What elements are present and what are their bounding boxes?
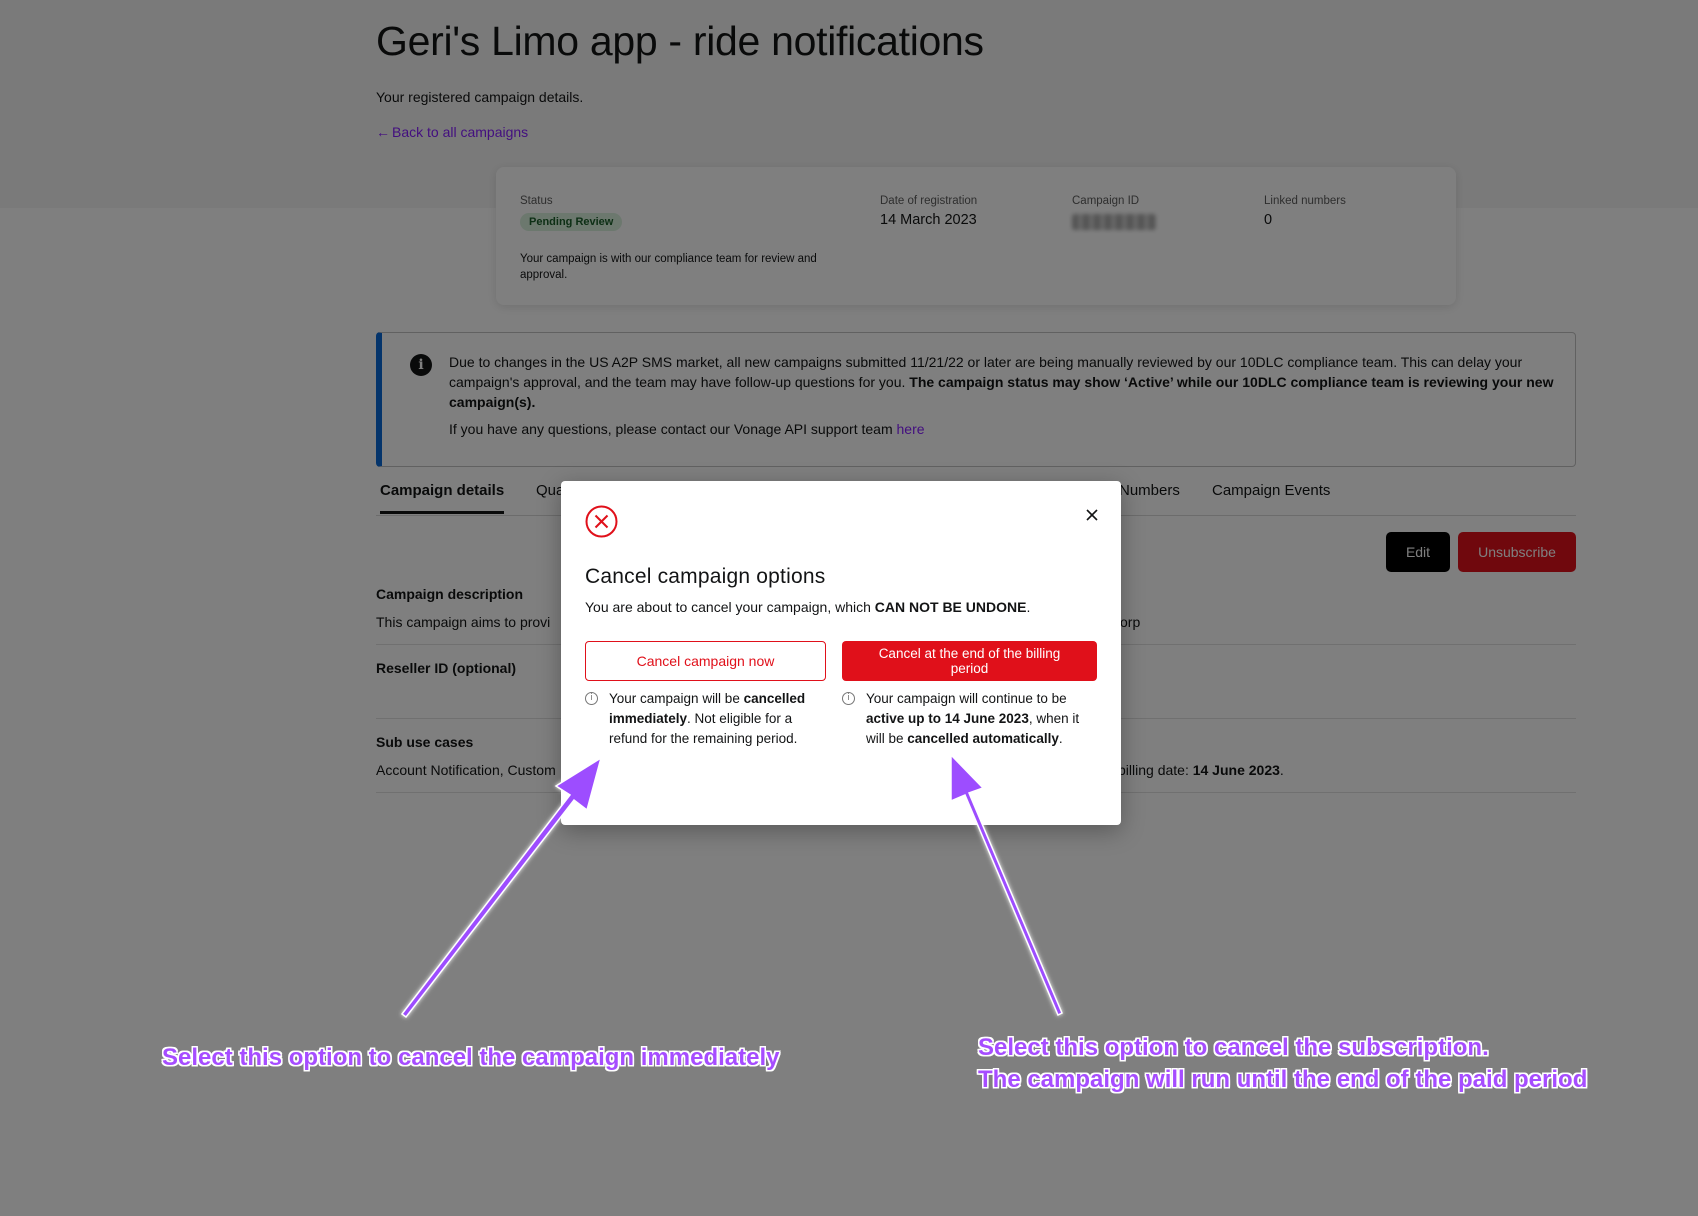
annotation-right-line2: The campaign will run until the end of t… — [978, 1066, 1588, 1093]
cancel-campaign-modal: Cancel campaign options You are about to… — [561, 481, 1121, 825]
modal-title: Cancel campaign options — [585, 565, 826, 588]
modal-desc-end: . — [1026, 599, 1031, 615]
note-end-part: Your campaign will continue to be — [866, 691, 1067, 706]
modal-desc-bold: CAN NOT BE UNDONE — [874, 599, 1027, 615]
cancel-campaign-now-button[interactable]: Cancel campaign now — [585, 641, 826, 681]
error-circle-icon — [585, 505, 618, 538]
modal-description: You are about to cancel your campaign, w… — [585, 599, 1030, 615]
close-modal-button[interactable] — [1078, 501, 1106, 529]
cancel-end-of-billing-button[interactable]: Cancel at the end of the billing period — [842, 641, 1097, 681]
note-end-bold: active up to 14 June 2023 — [866, 711, 1029, 726]
close-icon — [1086, 509, 1098, 521]
cancel-end-note-text: Your campaign will continue to be active… — [866, 689, 1097, 749]
annotation-left-text: Select this option to cancel the campaig… — [162, 1044, 780, 1071]
cancel-now-note-text: Your campaign will be cancelled immediat… — [609, 689, 826, 749]
info-outline-icon: i — [842, 692, 855, 705]
note-end-bold: cancelled automatically — [907, 731, 1059, 746]
annotation-right-line1: Select this option to cancel the subscri… — [978, 1034, 1489, 1061]
note-now-part: Your campaign will be — [609, 691, 744, 706]
modal-desc-regular: You are about to cancel your campaign, w… — [585, 599, 875, 615]
info-outline-icon: i — [585, 692, 598, 705]
note-end-part: . — [1058, 731, 1063, 746]
